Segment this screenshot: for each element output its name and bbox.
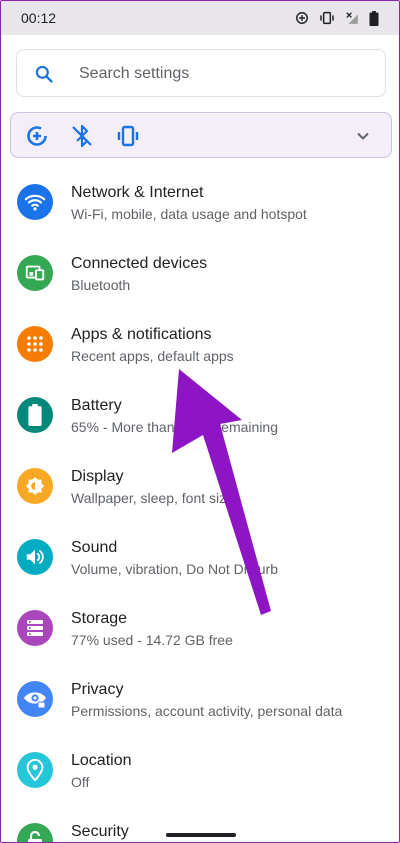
brightness-icon <box>17 468 53 504</box>
vibrate-icon <box>320 11 334 25</box>
quick-settings-bar <box>10 112 392 158</box>
settings-item-apps[interactable]: Apps & notifications Recent apps, defaul… <box>1 308 399 374</box>
settings-item-title: Location <box>71 752 132 769</box>
settings-item-title: Network & Internet <box>71 184 204 201</box>
settings-screen: 00:12 Network & Internet Wi-Fi, mobile, … <box>0 0 400 843</box>
settings-item-security[interactable]: Security <box>1 805 399 842</box>
settings-item-subtitle: Off <box>71 774 90 790</box>
lock-icon <box>17 823 53 842</box>
settings-item-title: Display <box>71 468 124 485</box>
data-saver-toggle-icon[interactable] <box>25 124 49 148</box>
settings-item-location[interactable]: Location Off <box>1 734 399 800</box>
wifi-icon <box>17 184 53 220</box>
devices-icon <box>17 255 53 291</box>
status-time: 00:12 <box>21 10 57 26</box>
data-saver-icon <box>296 12 308 24</box>
search-input[interactable] <box>77 60 381 88</box>
settings-item-title: Security <box>71 823 129 840</box>
settings-item-subtitle: Permissions, account activity, personal … <box>71 703 343 719</box>
settings-item-battery[interactable]: Battery 65% - More than 1 day remaining <box>1 379 399 445</box>
volume-icon <box>17 539 53 575</box>
status-icons <box>295 10 379 26</box>
settings-item-title: Apps & notifications <box>71 326 212 343</box>
location-pin-icon <box>17 752 53 788</box>
no-signal-icon <box>346 12 358 24</box>
gesture-nav-handle[interactable] <box>166 833 236 837</box>
vibrate-toggle-icon[interactable] <box>116 124 140 148</box>
settings-item-subtitle: 77% used - 14.72 GB free <box>71 632 233 648</box>
settings-item-sound[interactable]: Sound Volume, vibration, Do Not Disturb <box>1 521 399 587</box>
battery-icon <box>17 397 53 433</box>
settings-item-subtitle: Recent apps, default apps <box>71 348 234 364</box>
settings-item-subtitle: Volume, vibration, Do Not Disturb <box>71 561 278 577</box>
settings-item-display[interactable]: Display Wallpaper, sleep, font size <box>1 450 399 516</box>
battery-status-icon <box>369 10 379 26</box>
settings-item-connected-devices[interactable]: Connected devices Bluetooth <box>1 237 399 303</box>
search-bar[interactable] <box>16 49 386 97</box>
apps-grid-icon <box>17 326 53 362</box>
settings-item-title: Battery <box>71 397 122 414</box>
status-bar: 00:12 <box>1 1 399 35</box>
settings-item-subtitle: Wi-Fi, mobile, data usage and hotspot <box>71 206 307 222</box>
settings-item-subtitle: Wallpaper, sleep, font size <box>71 490 234 506</box>
settings-item-title: Privacy <box>71 681 124 698</box>
storage-icon <box>17 610 53 646</box>
settings-item-title: Connected devices <box>71 255 208 272</box>
settings-item-subtitle: 65% - More than 1 day remaining <box>71 419 278 435</box>
chevron-down-icon[interactable] <box>353 126 373 146</box>
settings-item-title: Sound <box>71 539 118 556</box>
settings-item-network[interactable]: Network & Internet Wi-Fi, mobile, data u… <box>1 166 399 232</box>
privacy-eye-icon <box>17 681 53 717</box>
settings-item-privacy[interactable]: Privacy Permissions, account activity, p… <box>1 663 399 729</box>
search-icon[interactable] <box>34 64 54 84</box>
settings-item-title: Storage <box>71 610 128 627</box>
bluetooth-off-toggle-icon[interactable] <box>70 124 94 148</box>
settings-item-storage[interactable]: Storage 77% used - 14.72 GB free <box>1 592 399 658</box>
settings-item-subtitle: Bluetooth <box>71 277 131 293</box>
